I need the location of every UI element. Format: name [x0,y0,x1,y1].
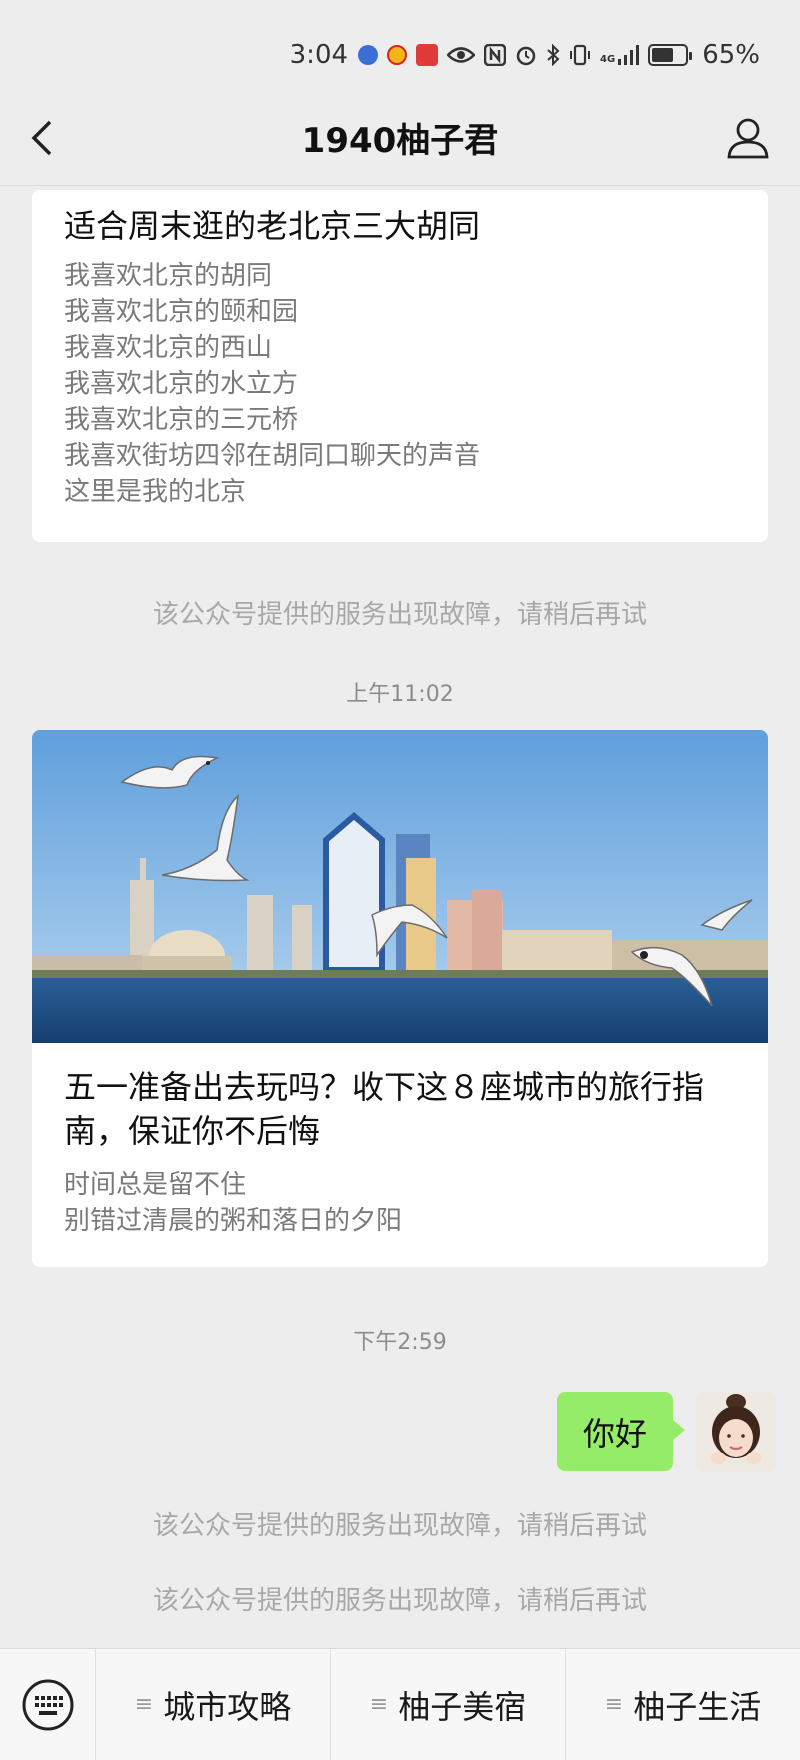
menu-lines-icon: ≡ [369,1692,389,1717]
music-app-icon [358,45,379,65]
menu-city-guide[interactable]: ≡ 城市攻略 [96,1648,331,1760]
eye-icon [447,46,476,64]
menu-youzi-life[interactable]: ≡ 柚子生活 [566,1649,800,1760]
battery-fill [652,48,674,62]
summary-line: 时间总是留不住 [64,1170,247,1200]
profile-button[interactable] [726,116,770,160]
timestamp: 上午11:02 [346,682,454,707]
article-body: 五一准备出去玩吗？收下这８座城市的旅行指南，保证你不后悔 时间总是留不住 别错过… [32,1043,768,1239]
battery-icon [648,44,693,66]
menu-label: 柚子美宿 [398,1687,527,1726]
summary-line: 我喜欢北京的水立方 [64,369,299,399]
back-button[interactable] [26,118,62,158]
my-message-bubble[interactable]: 你好 [557,1392,685,1471]
summary-line: 我喜欢北京的三元桥 [64,405,299,435]
menu-youzi-stay[interactable]: ≡ 柚子美宿 [331,1648,566,1760]
timestamp: 下午2:59 [353,1330,447,1355]
vibrate-icon [569,44,591,66]
article-card-travel[interactable]: 五一准备出去玩吗？收下这８座城市的旅行指南，保证你不后悔 时间总是留不住 别错过… [32,730,768,1267]
signal-icon: 4G [600,45,640,65]
page-title: 1940柚子君 [301,121,499,161]
article-cover-image [32,730,768,1043]
system-message: 该公众号提供的服务出现故障，请稍后再试 [152,1511,647,1541]
keyboard-toggle-button[interactable] [0,1648,96,1760]
battery-percent: 65% [702,40,760,70]
system-message: 该公众号提供的服务出现故障，请稍后再试 [152,1586,647,1616]
bottom-menu-bar: ≡ 城市攻略 ≡ 柚子美宿 ≡ 柚子生活 [0,1648,800,1760]
my-avatar[interactable] [696,1392,776,1472]
article-title: 五一准备出去玩吗？收下这８座城市的旅行指南，保证你不后悔 [64,1068,705,1150]
summary-line: 我喜欢北京的西山 [64,333,273,363]
article-title: 适合周末逛的老北京三大胡同 [64,207,481,245]
avatar-image [696,1392,776,1472]
menu-lines-icon: ≡ [604,1692,624,1717]
summary-line: 我喜欢北京的颐和园 [64,297,299,327]
summary-line: 我喜欢北京的胡同 [64,261,273,291]
summary-line: 我喜欢街坊四邻在胡同口聊天的声音 [64,441,481,471]
summary-line: 别错过清晨的粥和落日的夕阳 [64,1206,403,1236]
article-card-hutong[interactable]: 适合周末逛的老北京三大胡同 我喜欢北京的胡同 我喜欢北京的颐和园 我喜欢北京的西… [32,190,768,542]
weibo-app-icon [387,45,408,65]
article-summary: 时间总是留不住 别错过清晨的粥和落日的夕阳 [64,1167,736,1239]
system-message: 该公众号提供的服务出现故障，请稍后再试 [152,600,647,630]
network-label: 4G [600,54,616,65]
article-summary: 我喜欢北京的胡同 我喜欢北京的颐和园 我喜欢北京的西山 我喜欢北京的水立方 我喜… [64,258,736,510]
nfc-icon [484,44,507,66]
person-icon [727,118,769,159]
summary-line: 这里是我的北京 [64,477,247,507]
status-icons: 4G [358,44,693,66]
keyboard-icon [22,1679,73,1730]
status-time: 3:04 [289,40,349,70]
alarm-icon [515,44,537,66]
nav-bar: 1940柚子君 [0,90,800,186]
red-app-icon [416,44,439,66]
menu-label: 城市攻略 [163,1687,292,1726]
chevron-left-icon [31,120,52,156]
bluetooth-icon [546,44,560,66]
menu-label: 柚子生活 [633,1687,762,1726]
menu-lines-icon: ≡ [134,1692,154,1717]
